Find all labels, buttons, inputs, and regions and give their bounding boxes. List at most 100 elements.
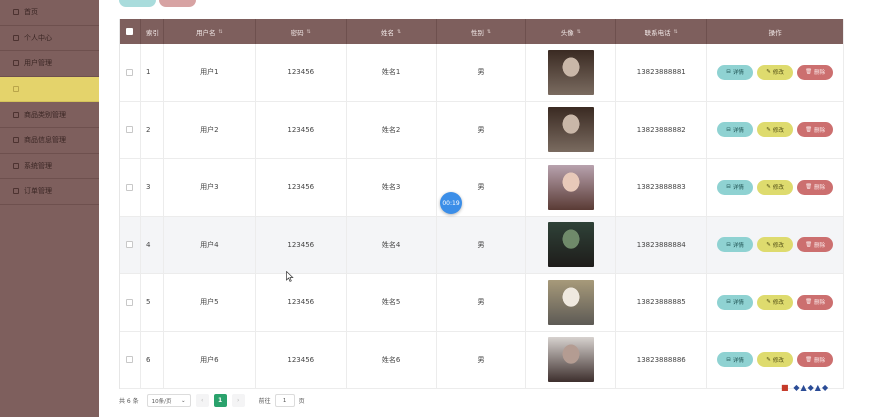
avatar[interactable] <box>547 337 594 383</box>
header-phone-label: 联系电话 <box>644 28 671 37</box>
avatar[interactable] <box>547 49 594 95</box>
detail-button[interactable]: ⊟ 详情 <box>717 237 754 253</box>
header-ops: 操作 <box>707 19 844 44</box>
header-password[interactable]: 密码 ⇅ <box>256 19 347 44</box>
sidebar-item[interactable]: 个人中心 <box>0 26 99 52</box>
delete-button-label: 删除 <box>814 357 826 364</box>
select-all-cell <box>120 19 141 44</box>
menu-icon <box>13 188 19 195</box>
goto-label: 前往 <box>258 398 271 405</box>
cell-phone: 13823888885 <box>616 274 708 331</box>
row-select-cell <box>120 274 141 331</box>
delete-button[interactable]: 🗑 删除 <box>797 352 834 368</box>
header-username-label: 用户名 <box>196 28 216 37</box>
delete-button[interactable]: 🗑 删除 <box>797 237 834 253</box>
cell-name: 姓名5 <box>347 274 437 331</box>
cell-username: 用户4 <box>164 216 256 273</box>
trash-icon: 🗑 <box>805 184 813 191</box>
prev-page-button[interactable]: ‹ <box>195 394 209 407</box>
sidebar-item[interactable]: 系统管理 <box>0 154 99 180</box>
edit-button-label: 修改 <box>772 357 784 364</box>
page-number-button[interactable]: 1 <box>213 394 227 407</box>
avatar[interactable] <box>547 222 594 268</box>
row-select-cell <box>120 44 141 101</box>
trash-icon: 🗑 <box>805 69 813 76</box>
avatar[interactable] <box>547 164 594 210</box>
delete-button[interactable]: 🗑 删除 <box>797 294 834 310</box>
edit-button[interactable]: ✎ 修改 <box>757 64 794 80</box>
cell-actions: ⊟ 详情 ✎ 修改 🗑 删除 <box>707 159 844 216</box>
table-row: 2 用户2 123456 姓名2 男 13823888882 ⊟ 详情 ✎ 修改 🗑 删除 <box>120 101 844 159</box>
cell-username: 用户1 <box>164 44 256 101</box>
cell-actions: ⊟ 详情 ✎ 修改 🗑 删除 <box>707 331 844 388</box>
delete-button[interactable]: 🗑 删除 <box>797 122 834 138</box>
detail-button[interactable]: ⊟ 详情 <box>717 352 754 368</box>
goto-page-input[interactable]: 1 <box>274 394 295 407</box>
delete-button-label: 删除 <box>814 185 826 192</box>
cell-name: 姓名6 <box>347 331 437 388</box>
cell-avatar <box>526 44 617 101</box>
row-checkbox[interactable] <box>126 126 134 134</box>
header-username[interactable]: 用户名 ⇅ <box>164 19 256 44</box>
cell-avatar <box>526 101 617 158</box>
delete-button-label: 删除 <box>814 300 826 307</box>
sidebar-item[interactable]: 商品信息管理 <box>0 128 99 154</box>
edit-button-label: 修改 <box>772 70 784 77</box>
cell-password: 123456 <box>256 216 347 273</box>
detail-button-label: 详情 <box>732 242 744 249</box>
row-checkbox[interactable] <box>126 356 134 364</box>
cell-gender: 男 <box>437 44 527 101</box>
cell-password: 123456 <box>256 159 347 216</box>
header-name[interactable]: 姓名 ⇅ <box>347 19 437 44</box>
cell-username: 用户2 <box>164 101 256 158</box>
sidebar-item[interactable]: 订单管理 <box>0 179 99 205</box>
menu-icon <box>13 60 19 67</box>
cell-actions: ⊟ 详情 ✎ 修改 🗑 删除 <box>707 101 844 158</box>
header-phone[interactable]: 联系电话 ⇅ <box>616 19 708 44</box>
sidebar-item[interactable]: 商品类别管理 <box>0 102 99 128</box>
cell-phone: 13823888884 <box>616 216 708 273</box>
batch-delete-button[interactable] <box>159 0 196 7</box>
cell-password: 123456 <box>256 101 347 158</box>
cell-actions: ⊟ 详情 ✎ 修改 🗑 删除 <box>707 274 844 331</box>
user-table: 索引 用户名 ⇅ 密码 ⇅ 姓名 ⇅ 性别 ⇅ 头像 ⇅ 联系电话 ⇅ 操作 1 用户1 123… <box>119 19 844 389</box>
delete-button[interactable]: 🗑 删除 <box>797 64 834 80</box>
select-all-checkbox[interactable] <box>126 28 134 35</box>
sidebar-item-label: 订单管理 <box>24 187 52 196</box>
header-name-label: 姓名 <box>381 28 395 37</box>
header-avatar[interactable]: 头像 ⇅ <box>526 19 617 44</box>
avatar[interactable] <box>547 107 594 153</box>
edit-button[interactable]: ✎ 修改 <box>757 237 794 253</box>
row-select-cell <box>120 216 141 273</box>
document-icon: ⊟ <box>726 299 731 306</box>
edit-button[interactable]: ✎ 修改 <box>757 294 794 310</box>
sidebar-item-label: 首页 <box>24 8 38 17</box>
row-select-cell <box>120 159 141 216</box>
sidebar-item[interactable] <box>0 76 99 103</box>
detail-button[interactable]: ⊟ 详情 <box>717 122 754 138</box>
row-checkbox[interactable] <box>126 68 134 76</box>
delete-button[interactable]: 🗑 删除 <box>797 179 834 195</box>
sort-icon: ⇅ <box>673 28 678 35</box>
avatar[interactable] <box>547 279 594 325</box>
detail-button[interactable]: ⊟ 详情 <box>717 179 754 195</box>
next-page-button[interactable]: › <box>231 394 245 407</box>
row-checkbox[interactable] <box>126 183 134 191</box>
edit-button[interactable]: ✎ 修改 <box>757 352 794 368</box>
edit-button[interactable]: ✎ 修改 <box>757 179 794 195</box>
row-checkbox[interactable] <box>126 298 134 306</box>
cell-index: 2 <box>141 101 164 158</box>
detail-button[interactable]: ⊟ 详情 <box>717 64 754 80</box>
page-size-select[interactable]: 10条/页 ⌄ <box>146 394 191 407</box>
sidebar-item[interactable]: 首页 <box>0 0 99 26</box>
pencil-icon: ✎ <box>766 356 771 363</box>
sidebar-item-label: 商品信息管理 <box>24 136 66 145</box>
row-checkbox[interactable] <box>126 241 134 249</box>
sidebar-item[interactable]: 用户管理 <box>0 51 99 77</box>
detail-button[interactable]: ⊟ 详情 <box>717 294 754 310</box>
document-icon: ⊟ <box>726 69 731 76</box>
sort-icon: ⇅ <box>576 28 581 35</box>
header-gender[interactable]: 性别 ⇅ <box>437 19 527 44</box>
add-button[interactable] <box>119 0 156 7</box>
edit-button[interactable]: ✎ 修改 <box>757 122 794 138</box>
